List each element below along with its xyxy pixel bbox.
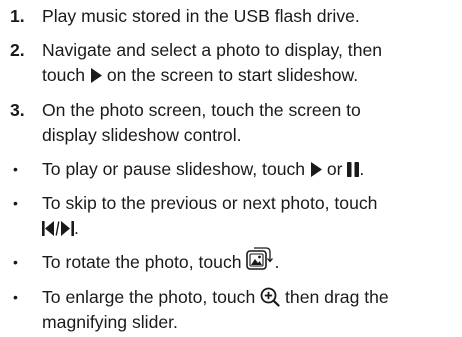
bullet-text-mid: then drag the (285, 287, 389, 307)
pause-icon (347, 161, 360, 177)
bullet-text-end: . (74, 218, 79, 238)
step-text-line-1: On the photo screen, touch the screen to (42, 100, 361, 120)
bullet-mark: • (13, 195, 18, 211)
step-text-end: on the screen to start slideshow. (106, 65, 359, 85)
bullet-text-start: To skip to the previous or next photo, t… (42, 193, 378, 213)
step-text-touch: touch (42, 65, 86, 85)
bullet-mark: • (13, 289, 18, 305)
bullet-mark: • (13, 254, 18, 270)
bullet-text-or: or (326, 159, 343, 179)
step-text-line-1: Navigate and select a photo to display, … (42, 40, 383, 60)
step-number: 1. (10, 6, 25, 26)
bullet-text-end: . (274, 252, 280, 273)
bullet-text: To play or pause slideshow, touch or . (42, 157, 456, 182)
bullet-text: To rotate the photo, touch . (42, 247, 456, 277)
play-icon (310, 161, 322, 177)
bullet-text-end: . (359, 159, 365, 179)
zoom-in-icon (260, 287, 280, 307)
bullet-text-line-2: magnifying slider. (42, 312, 178, 332)
bullet-text-start: To enlarge the photo, touch (42, 287, 256, 307)
step-number: 3. (10, 100, 25, 120)
step-number: 2. (10, 40, 25, 60)
step-text: Play music stored in the USB flash drive… (42, 6, 360, 26)
bullet-text: To enlarge the photo, touch then drag th… (42, 285, 456, 335)
step-text: On the photo screen, touch the screen to… (42, 98, 456, 148)
step-text-line-2: display slideshow control. (42, 125, 242, 145)
previous-next-icon (42, 220, 74, 236)
bullet-text-start: To play or pause slideshow, touch (42, 159, 306, 179)
bullet-mark: • (13, 161, 18, 177)
rotate-photo-icon (246, 244, 274, 271)
bullet-text: To skip to the previous or next photo, t… (42, 191, 456, 241)
bullet-text-start: To rotate the photo, touch (42, 252, 242, 273)
play-icon (90, 67, 102, 83)
instruction-list: 1. Play music stored in the USB flash dr… (0, 0, 462, 337)
step-text: Navigate and select a photo to display, … (42, 38, 456, 88)
